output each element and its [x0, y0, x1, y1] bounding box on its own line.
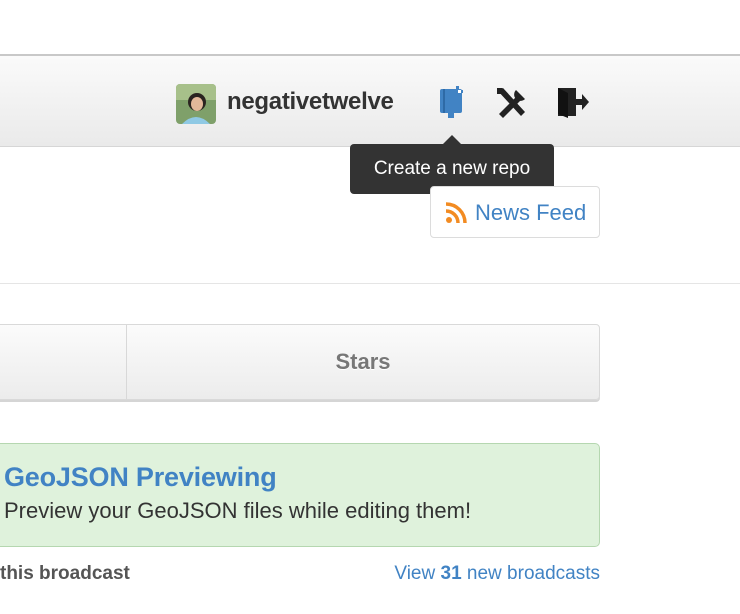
broadcast-count: 31: [440, 563, 462, 584]
view-new-broadcasts-link[interactable]: View 31 new broadcasts: [394, 563, 600, 585]
user-avatar[interactable]: [176, 84, 216, 124]
dismiss-broadcast-link[interactable]: this broadcast: [0, 563, 130, 585]
tooltip-arrow: [443, 135, 461, 144]
news-feed-button[interactable]: News Feed: [430, 186, 600, 238]
dashboard-tabs: Stars: [0, 324, 600, 400]
tab-stars[interactable]: Stars: [127, 325, 599, 399]
sign-out-icon[interactable]: [556, 86, 590, 120]
account-settings-icon[interactable]: [494, 86, 530, 120]
view-suffix: new broadcasts: [466, 563, 600, 584]
username-link[interactable]: negativetwelve: [227, 88, 394, 116]
broadcast-body: Preview your GeoJSON files while editing…: [4, 498, 472, 523]
tab-previous[interactable]: [0, 325, 126, 399]
rss-icon: [445, 202, 467, 224]
avatar-image: [176, 84, 216, 124]
section-divider: [0, 283, 740, 284]
broadcast-title[interactable]: GeoJSON Previewing: [4, 462, 277, 493]
news-feed-label: News Feed: [475, 200, 587, 225]
broadcast-banner: GeoJSON Previewing Preview your GeoJSON …: [0, 443, 600, 547]
create-repo-icon[interactable]: [439, 86, 467, 118]
view-prefix: View: [394, 563, 436, 584]
